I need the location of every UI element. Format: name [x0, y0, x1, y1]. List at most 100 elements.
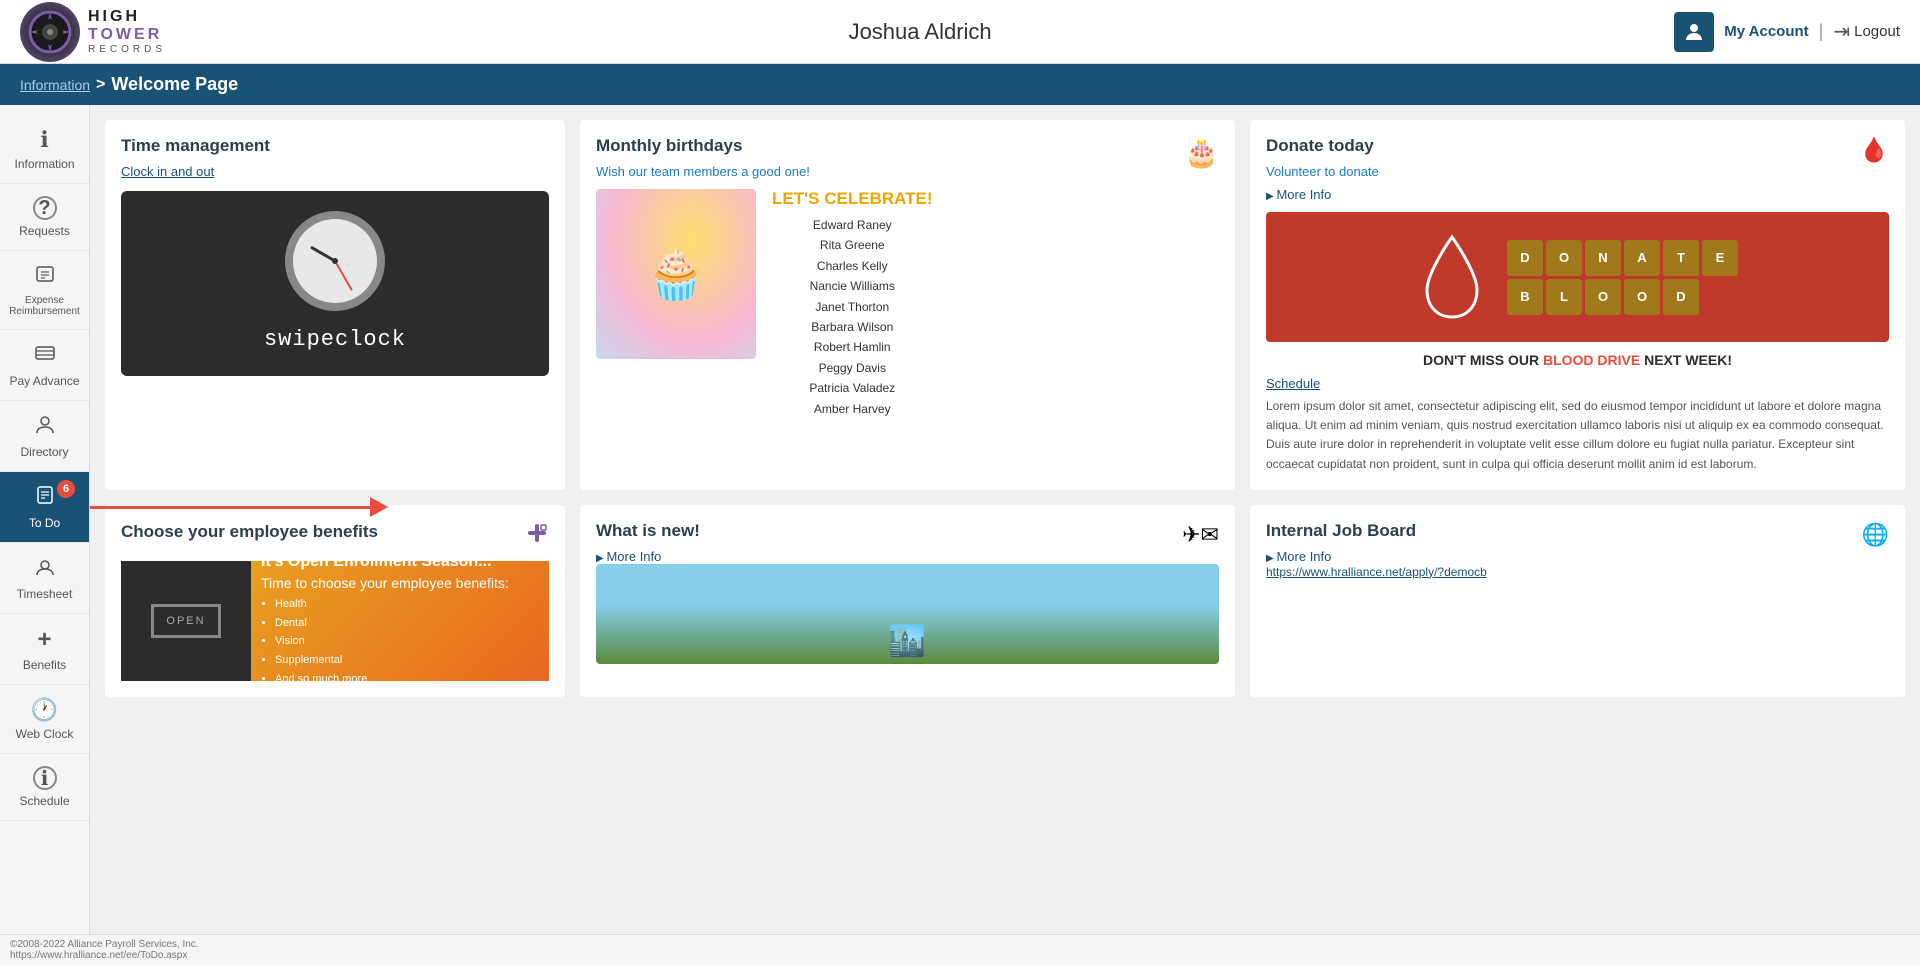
blood-drive-text: BLOOD DRIVE	[1543, 352, 1640, 368]
benefits-season-title: It's Open Enrollment Season...	[261, 553, 539, 571]
time-management-card: Time management Clock in and out swipecl…	[105, 120, 565, 490]
donate-tiles: D O N A T E B L O O	[1507, 240, 1738, 315]
breadcrumb-info-link[interactable]: Information	[20, 77, 90, 93]
requests-icon: ?	[33, 196, 57, 220]
timesheet-icon	[34, 555, 56, 583]
benefits-list-item: Dental	[275, 614, 539, 633]
benefits-list-item: Supplemental	[275, 651, 539, 670]
breadcrumb-current: Welcome Page	[111, 74, 238, 95]
separator: |	[1819, 21, 1824, 42]
birthday-name: Janet Thorton	[772, 297, 933, 317]
logo: HIGH TOWER RECORDS	[20, 2, 166, 62]
main-layout: ℹ Information ? Requests ExpenseReimburs…	[0, 105, 1920, 934]
birthday-img-inner: 🧁	[596, 189, 756, 359]
clock-in-out-link[interactable]: Clock in and out	[121, 164, 214, 179]
donate-schedule-link[interactable]: Schedule	[1266, 376, 1889, 391]
donate-subtitle[interactable]: Volunteer to donate	[1266, 164, 1379, 179]
sidebar-item-expense[interactable]: ExpenseReimbursement	[0, 251, 89, 330]
birthday-name: Patricia Valadez	[772, 378, 933, 398]
birthday-name: Barbara Wilson	[772, 317, 933, 337]
user-controls: My Account | ⇥ Logout	[1674, 12, 1900, 52]
benefits-list-item: Health	[275, 595, 539, 614]
job-board-link[interactable]: https://www.hralliance.net/apply/?democb	[1266, 565, 1487, 579]
new-icon: ✈✉	[1182, 522, 1219, 548]
time-management-title: Time management	[121, 136, 549, 156]
sidebar-item-timesheet[interactable]: Timesheet	[0, 543, 89, 614]
birthday-names-section: LET'S CELEBRATE! Edward Raney Rita Green…	[772, 189, 933, 419]
sidebar-item-directory[interactable]: Directory	[0, 401, 89, 472]
todo-icon	[34, 484, 56, 512]
whats-new-more-info-link[interactable]: More Info	[596, 549, 661, 564]
blood-drop-svg	[1417, 232, 1487, 322]
celebrate-text: LET'S CELEBRATE!	[772, 189, 933, 209]
job-board-title: Internal Job Board	[1266, 521, 1416, 541]
user-avatar	[1674, 12, 1714, 52]
information-icon: ℹ	[40, 127, 48, 153]
birthday-name: Rita Greene	[772, 235, 933, 255]
donate-blood-image: D O N A T E B L O O	[1266, 212, 1889, 342]
sidebar-item-label: To Do	[29, 516, 60, 530]
benefits-title: Choose your employee benefits	[121, 522, 378, 542]
job-board-card: Internal Job Board 🌐 More Info https://w…	[1250, 505, 1905, 697]
content-area: Time management Clock in and out swipecl…	[90, 105, 1920, 934]
benefits-content-panel: It's Open Enrollment Season... Time to c…	[251, 561, 549, 681]
open-sign-label: OPEN	[151, 604, 220, 638]
card-row-1: Time management Clock in and out swipecl…	[105, 120, 1905, 490]
sidebar-item-pay-advance[interactable]: Pay Advance	[0, 330, 89, 401]
todo-badge: 6	[57, 480, 75, 498]
donate-more-info-link[interactable]: More Info	[1266, 187, 1331, 202]
expense-icon	[34, 263, 56, 291]
my-account-link[interactable]: My Account	[1724, 23, 1808, 40]
whats-new-title: What is new!	[596, 521, 700, 541]
celebrate-prefix: LET'S	[772, 189, 820, 208]
benefits-list-item: Vision	[275, 632, 539, 651]
clock-minute-hand	[334, 261, 353, 291]
sidebar-item-requests[interactable]: ? Requests	[0, 184, 89, 251]
sidebar-item-label: ExpenseReimbursement	[9, 295, 80, 317]
donate-cta: DON'T MISS OUR BLOOD DRIVE NEXT WEEK!	[1266, 352, 1889, 368]
pay-advance-icon	[34, 342, 56, 370]
sidebar-item-benefits[interactable]: + Benefits	[0, 614, 89, 685]
donate-title-group: Donate today Volunteer to donate	[1266, 136, 1379, 187]
footer-copyright: ©2008-2022 Alliance Payroll Services, In…	[10, 939, 199, 950]
logo-line3: RECORDS	[88, 44, 166, 55]
birthday-title: Monthly birthdays	[596, 136, 810, 156]
breadcrumb: Information > Welcome Page	[0, 64, 1920, 105]
donate-drop-icon: 🩸	[1859, 136, 1889, 165]
donate-cta-prefix: DON'T MISS OUR	[1423, 352, 1539, 368]
benefits-icon: +	[37, 626, 51, 654]
logout-button[interactable]: ⇥ Logout	[1833, 19, 1900, 44]
sidebar-item-webclock[interactable]: 🕐 Web Clock	[0, 685, 89, 754]
benefits-list-item: And so much more	[275, 670, 539, 689]
benefits-card: Choose your employee benefits OPEN	[105, 505, 565, 697]
donate-title: Donate today	[1266, 136, 1379, 156]
logo-line2: TOWER	[88, 26, 166, 44]
sidebar-item-label: Web Clock	[16, 727, 74, 741]
donate-lorem-text: Lorem ipsum dolor sit amet, consectetur …	[1266, 397, 1889, 474]
directory-icon	[34, 413, 56, 441]
benefits-time-text: Time to choose your employee benefits:	[261, 575, 539, 591]
donate-header: Donate today Volunteer to donate 🩸	[1266, 136, 1889, 187]
logout-icon: ⇥	[1833, 19, 1850, 44]
logo-graphic	[20, 2, 80, 62]
page-title: Joshua Aldrich	[849, 19, 992, 45]
sidebar: ℹ Information ? Requests ExpenseReimburs…	[0, 105, 90, 934]
benefits-header: Choose your employee benefits	[121, 521, 549, 551]
benefits-plus-icon	[525, 521, 549, 551]
birthday-name: Charles Kelly	[772, 256, 933, 276]
sidebar-item-todo[interactable]: 6 To Do	[0, 472, 89, 543]
logo-line1: HIGH	[88, 8, 166, 26]
sidebar-item-schedule[interactable]: ℹ Schedule	[0, 754, 89, 821]
cake-icon: 🎂	[1184, 136, 1219, 169]
street-scene: 🏙️	[889, 624, 926, 664]
sidebar-item-information[interactable]: ℹ Information	[0, 115, 89, 184]
sidebar-item-label: Requests	[19, 224, 70, 238]
birthday-body: 🧁 LET'S CELEBRATE! Edward Raney Rita Gre…	[596, 189, 1219, 419]
job-board-more-info-link[interactable]: More Info	[1266, 549, 1331, 564]
card-row-2: Choose your employee benefits OPEN	[105, 505, 1905, 697]
footer: ©2008-2022 Alliance Payroll Services, In…	[0, 934, 1920, 965]
header: HIGH TOWER RECORDS Joshua Aldrich My Acc…	[0, 0, 1920, 64]
birthday-name: Peggy Davis	[772, 358, 933, 378]
birthday-header: Monthly birthdays Wish our team members …	[596, 136, 1219, 189]
birthday-name: Robert Hamlin	[772, 337, 933, 357]
